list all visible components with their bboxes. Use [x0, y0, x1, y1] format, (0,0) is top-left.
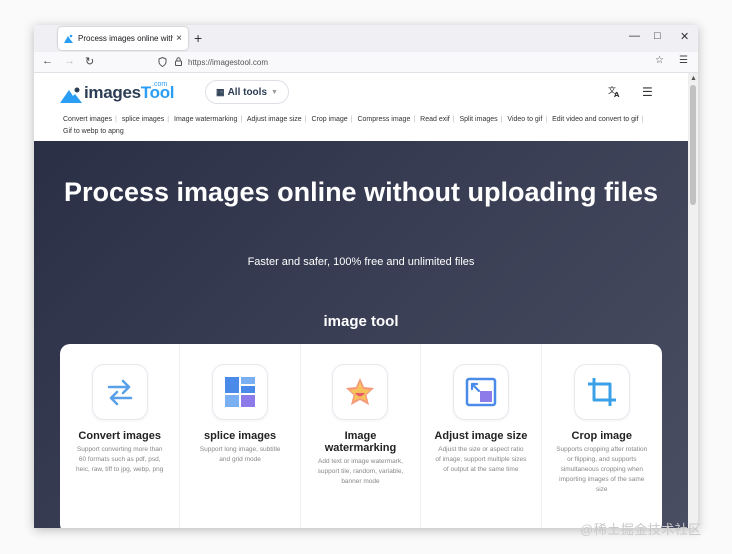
forward-arrow-icon[interactable]: →	[64, 55, 75, 67]
nav-link[interactable]: Compress image	[357, 116, 410, 123]
tool-card-watermark[interactable]: Image watermarking Add text or image wat…	[301, 344, 421, 528]
nav-link[interactable]: splice images	[122, 116, 164, 123]
nav-link[interactable]: Image watermarking	[174, 116, 237, 123]
tool-card-convert[interactable]: Convert images Support converting more t…	[60, 344, 180, 528]
web-page: imagesTool .com ▦ All tools ▼ 文A ☰ Conve…	[34, 73, 688, 528]
tool-card-splice[interactable]: splice images Support long image, subtit…	[180, 344, 300, 528]
tool-nav: Convert images| splice images| Image wat…	[63, 114, 663, 138]
menu-icon[interactable]: ☰	[679, 55, 688, 66]
hamburger-menu-icon[interactable]: ☰	[642, 85, 653, 99]
tool-desc: Support long image, subtitle and grid mo…	[180, 445, 299, 465]
logo-com: .com	[152, 81, 167, 88]
nav-link[interactable]: Adjust image size	[247, 116, 302, 123]
mountain-logo-icon	[60, 87, 82, 103]
tab-strip: Process images online without uploading …	[34, 25, 698, 52]
svg-text:A: A	[614, 91, 620, 97]
watermark-text: @稀土掘金技术社区	[580, 519, 702, 538]
new-tab-button[interactable]: +	[194, 30, 202, 46]
tool-desc: Adjust the size or aspect ratio of image…	[421, 445, 540, 475]
shield-icon[interactable]	[158, 57, 167, 69]
site-logo[interactable]: imagesTool .com	[60, 83, 174, 103]
reload-icon[interactable]: ↻	[85, 55, 94, 68]
scrollbar-thumb[interactable]	[690, 85, 696, 205]
scroll-up-icon[interactable]: ▲	[690, 75, 697, 82]
tool-desc: Add text or image watermark, support til…	[301, 457, 420, 487]
crop-icon	[574, 364, 630, 420]
page-scrollbar[interactable]: ▲	[688, 73, 698, 528]
tool-name: Adjust image size	[426, 430, 535, 442]
window-close-icon[interactable]: ✕	[680, 30, 689, 43]
nav-link[interactable]: Edit video and convert to gif	[552, 116, 638, 123]
lock-icon[interactable]	[175, 57, 182, 68]
tab-title: Process images online without uploading …	[78, 34, 173, 43]
grid-icon: ▦	[216, 87, 225, 98]
star-face-icon	[332, 364, 388, 420]
convert-arrows-icon	[92, 364, 148, 420]
navigation-bar: ← → ↻ https://imagestool.com ☆ ☰	[34, 52, 698, 73]
tool-card-crop[interactable]: Crop image Supports cropping after rotat…	[542, 344, 662, 528]
tool-name: Convert images	[70, 430, 169, 442]
hero-title: Process images online without uploading …	[34, 175, 688, 210]
tool-name: Crop image	[564, 430, 641, 442]
tool-desc: Supports cropping after rotation or flip…	[542, 445, 662, 495]
nav-link[interactable]: Video to gif	[507, 116, 542, 123]
tool-card-resize[interactable]: Adjust image size Adjust the size or asp…	[421, 344, 541, 528]
minimize-icon[interactable]: —	[629, 30, 640, 42]
tool-desc: Support converting more than 60 formats …	[60, 445, 179, 475]
screenshot-frame: Process images online without uploading …	[0, 0, 732, 554]
close-tab-icon[interactable]: ×	[176, 33, 182, 44]
url-text[interactable]: https://imagestool.com	[188, 58, 268, 67]
nav-link[interactable]: Gif to webp to apng	[63, 128, 124, 135]
tool-cards: Convert images Support converting more t…	[60, 344, 662, 528]
all-tools-button[interactable]: ▦ All tools ▼	[205, 80, 289, 104]
site-header: imagesTool .com ▦ All tools ▼ 文A ☰ Conve…	[34, 73, 688, 141]
tool-name: Image watermarking	[301, 430, 420, 454]
nav-link[interactable]: Crop image	[311, 116, 347, 123]
nav-link[interactable]: Convert images	[63, 116, 112, 123]
section-title: image tool	[34, 313, 688, 330]
url-bar[interactable]: https://imagestool.com	[158, 54, 663, 71]
hero-section: Process images online without uploading …	[34, 141, 688, 528]
resize-icon	[453, 364, 509, 420]
caret-down-icon: ▼	[271, 89, 278, 96]
back-arrow-icon[interactable]: ←	[42, 55, 53, 67]
all-tools-label: All tools	[228, 87, 267, 98]
tool-name: splice images	[196, 430, 284, 442]
site-favicon-icon	[64, 34, 73, 43]
browser-window: Process images online without uploading …	[34, 25, 698, 528]
translate-icon[interactable]: 文A	[608, 85, 621, 100]
grid-tiles-icon	[212, 364, 268, 420]
maximize-icon[interactable]: □	[654, 30, 661, 42]
bookmark-star-icon[interactable]: ☆	[655, 55, 664, 66]
nav-link[interactable]: Read exif	[420, 116, 450, 123]
hero-subtitle: Faster and safer, 100% free and unlimite…	[34, 256, 688, 268]
browser-tab[interactable]: Process images online without uploading …	[58, 27, 188, 50]
nav-link[interactable]: Split images	[460, 116, 498, 123]
